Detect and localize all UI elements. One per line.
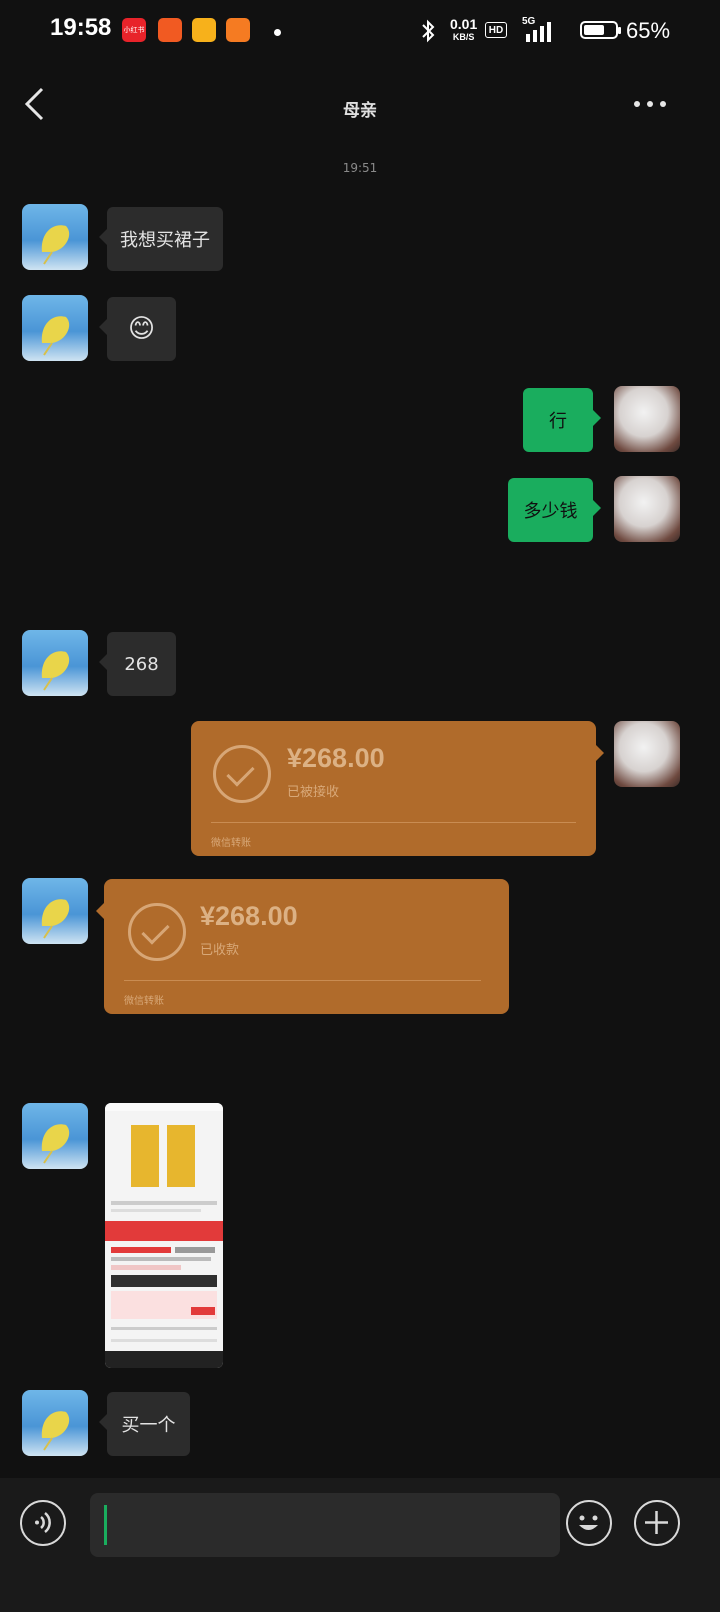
card-divider — [124, 980, 481, 981]
smile-emoji-icon: 😊 — [127, 314, 156, 344]
transfer-status: 已被接收 — [287, 785, 340, 800]
message-bubble[interactable]: 行 — [523, 388, 601, 452]
message-text: 多少钱 — [523, 501, 578, 522]
card-divider — [211, 822, 576, 823]
avatar-mom[interactable] — [22, 295, 88, 361]
avatar-mom[interactable] — [22, 630, 88, 696]
avatar-mom[interactable] — [22, 204, 88, 270]
avatar-mom[interactable] — [22, 1103, 88, 1169]
avatar-me[interactable] — [614, 721, 680, 787]
battery-icon — [580, 21, 621, 39]
voice-icon[interactable] — [20, 1500, 66, 1546]
battery-percent: 65% — [626, 18, 671, 43]
avatar-mom[interactable] — [22, 878, 88, 944]
net-speed: 0.01 KB/S — [450, 16, 478, 44]
product-screenshot-image — [105, 1103, 223, 1368]
game-app-icon — [192, 18, 216, 42]
text-cursor — [104, 1505, 107, 1545]
transfer-footer: 微信转账 — [211, 838, 251, 849]
transfer-card-received[interactable]: ¥268.00 已收款 微信转账 — [96, 879, 509, 1014]
message-bubble[interactable]: 我想买裙子 — [99, 207, 223, 271]
avatar-mom[interactable] — [22, 1390, 88, 1456]
message-text: 行 — [549, 411, 567, 432]
message-text: 我想买裙子 — [120, 230, 210, 251]
message-text: 买一个 — [121, 1415, 176, 1436]
plus-icon[interactable] — [634, 1500, 680, 1546]
image-message-thumbnail[interactable] — [105, 1103, 223, 1368]
transfer-amount: ¥268.00 — [200, 901, 298, 931]
message-bubble[interactable]: 多少钱 — [508, 478, 601, 542]
status-time: 19:58 — [50, 14, 112, 41]
transfer-footer: 微信转账 — [124, 996, 164, 1007]
transfer-card-sent[interactable]: ¥268.00 已被接收 微信转账 — [191, 721, 604, 856]
message-bubble[interactable]: 买一个 — [99, 1392, 190, 1456]
net-speed-unit: KB/S — [452, 32, 475, 42]
more-horizontal-icon[interactable] — [632, 98, 668, 110]
check-circle-icon — [213, 745, 271, 803]
battery-level — [584, 25, 604, 35]
xiaohongshu-app-label: 小红书 — [123, 26, 145, 34]
cartoon-app-icon — [226, 18, 250, 42]
net-speed-value: 0.01 — [450, 16, 478, 32]
notification-dot — [274, 29, 281, 36]
chat-timestamp: 19:51 — [342, 161, 378, 175]
avatar-me[interactable] — [614, 476, 680, 542]
message-bubble[interactable]: 268 — [99, 632, 176, 696]
message-text: 268 — [124, 653, 159, 675]
emoji-icon[interactable] — [566, 1500, 612, 1546]
check-circle-icon — [128, 903, 186, 961]
emoji-bubble[interactable]: 😊 — [99, 297, 176, 361]
avatar-me[interactable] — [614, 386, 680, 452]
chat-title: 母亲 — [343, 101, 377, 121]
hd-badge: HD — [485, 22, 507, 38]
signal-bars-icon — [526, 22, 551, 42]
bluetooth-icon — [422, 19, 435, 43]
shopping-app-icon — [158, 18, 182, 42]
xiaohongshu-app-icon: 小红书 — [122, 18, 146, 42]
transfer-amount: ¥268.00 — [287, 743, 385, 773]
message-input[interactable] — [90, 1493, 560, 1557]
transfer-status: 已收款 — [200, 943, 240, 958]
